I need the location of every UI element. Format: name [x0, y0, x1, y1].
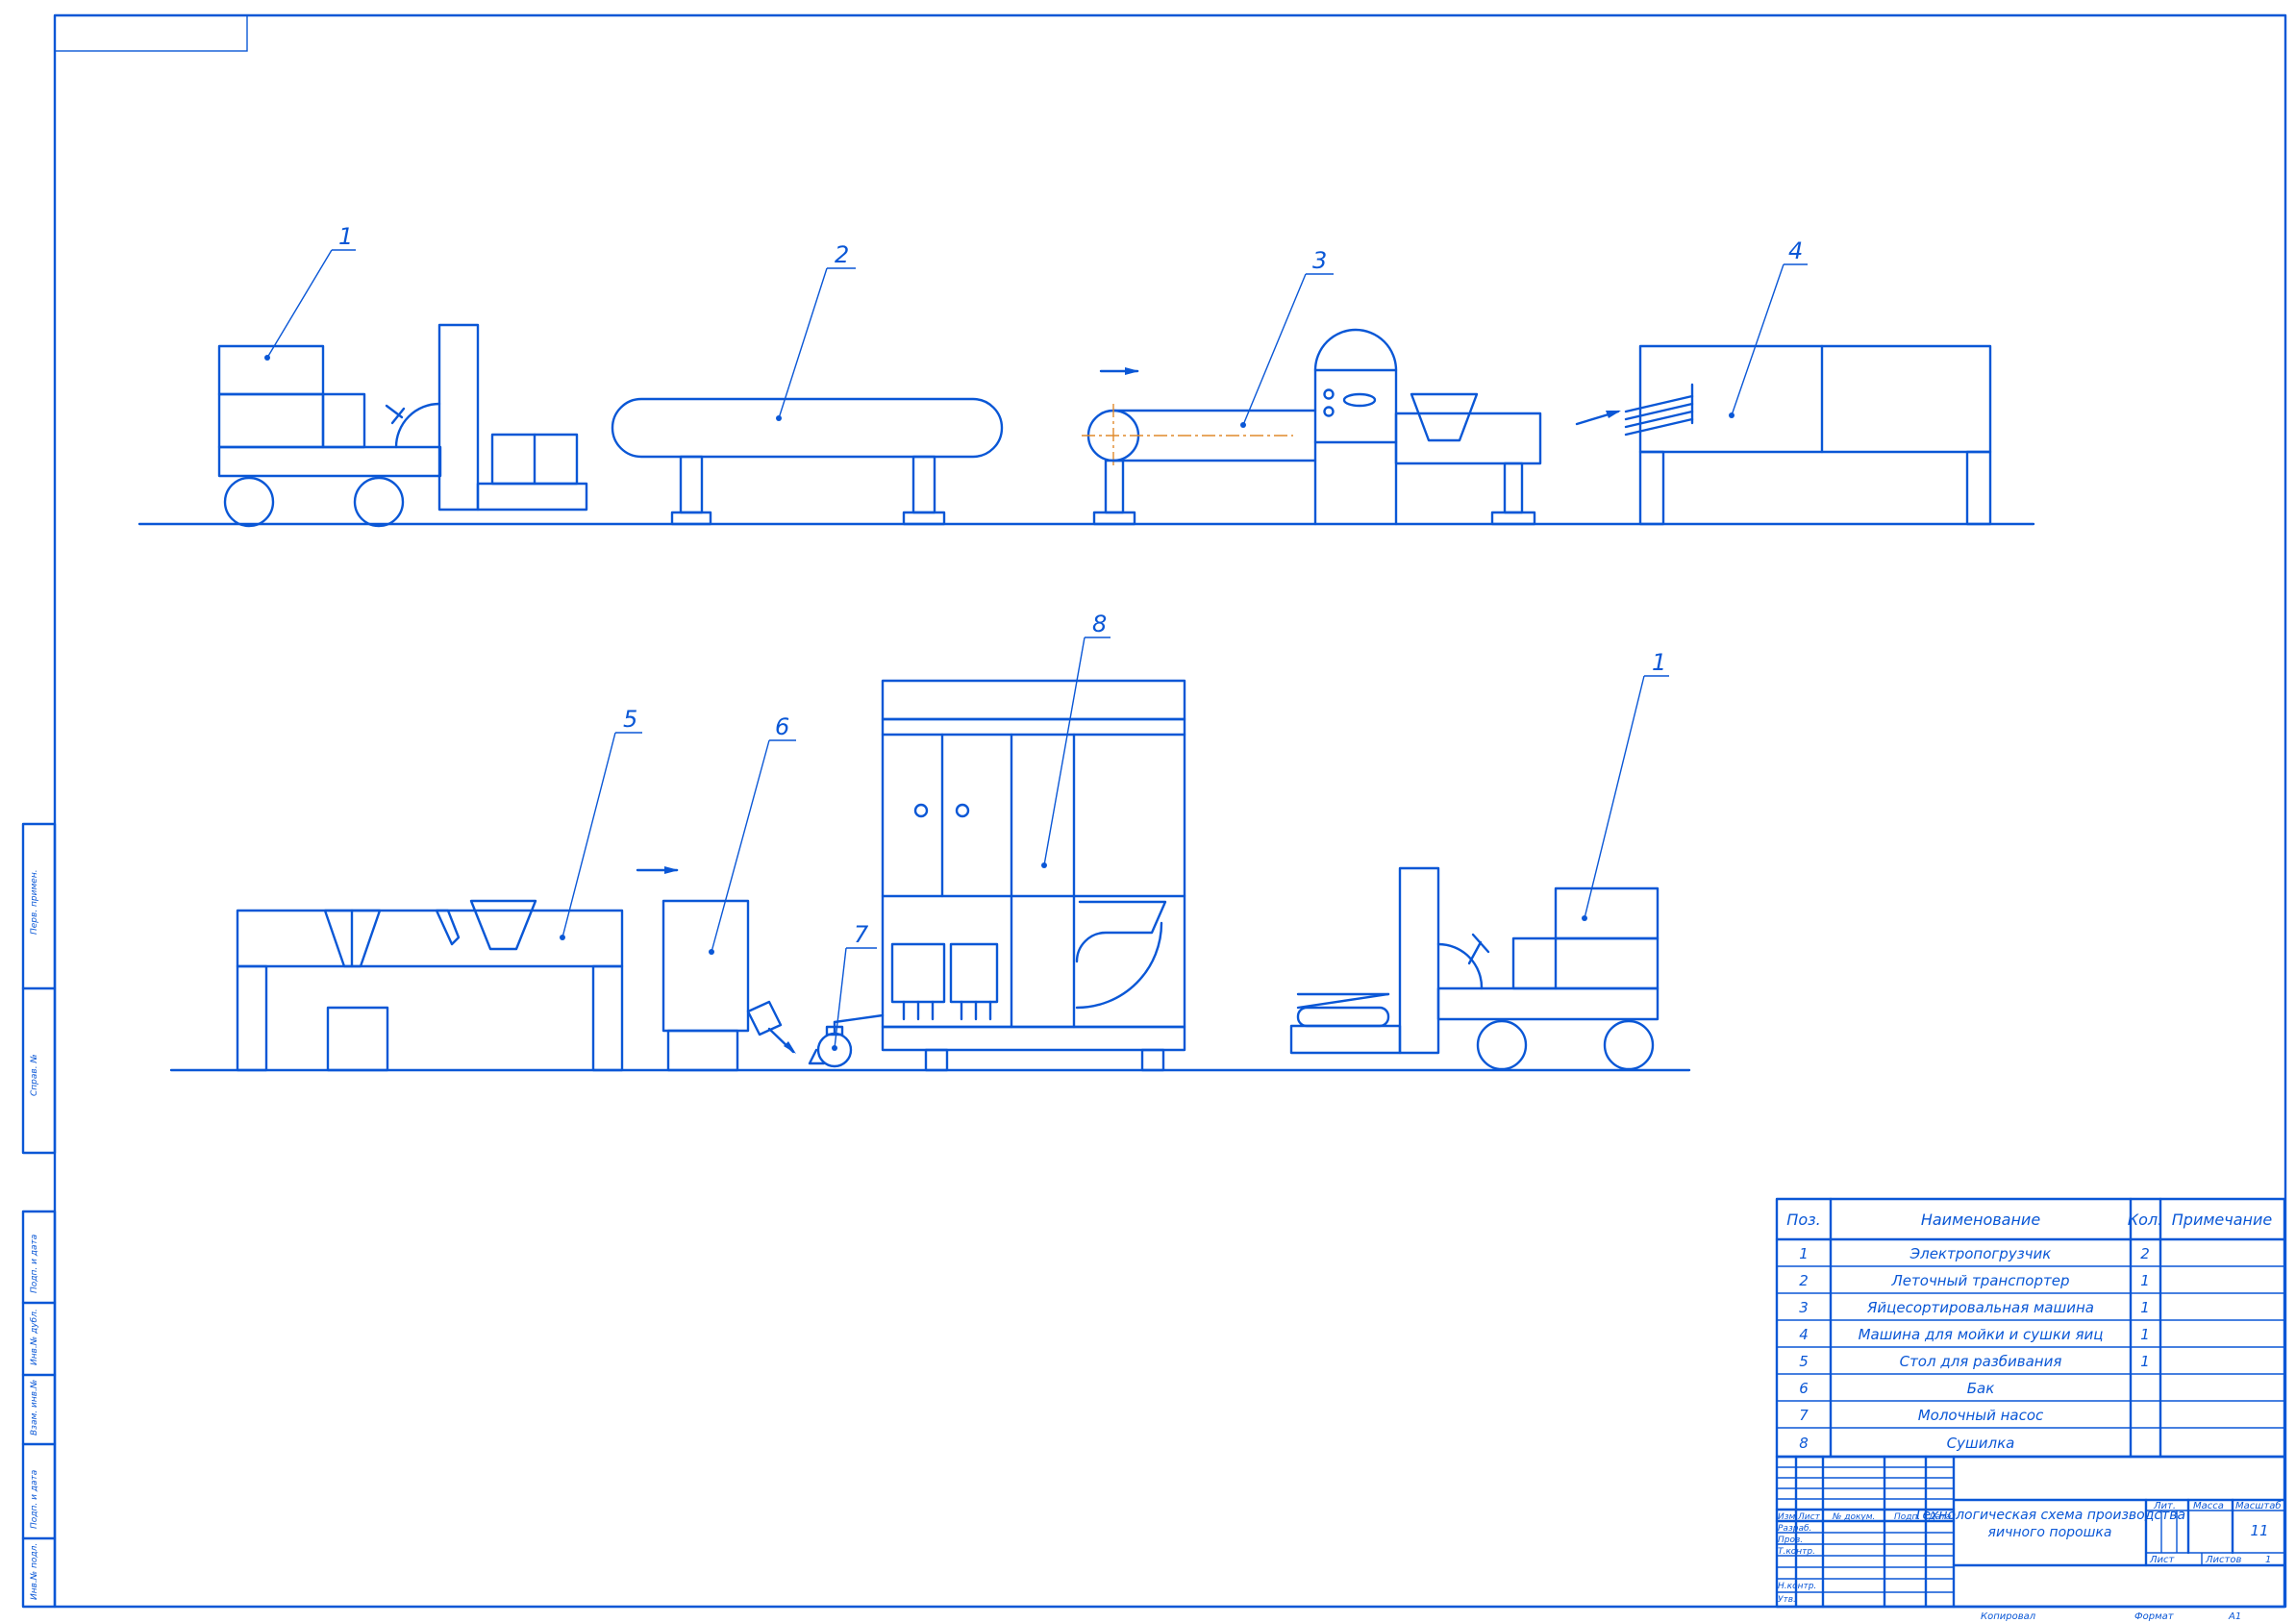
- spec-header-pos: Поз.: [1786, 1211, 1820, 1229]
- flow-arrows: [636, 367, 1621, 1054]
- position-number-7: 7: [854, 921, 869, 948]
- tank: [661, 899, 795, 1072]
- side-stamp-label: Взам. инв.№: [30, 1380, 39, 1436]
- format-value: А1: [2228, 1611, 2241, 1622]
- spec-row-pos: 4: [1799, 1326, 1809, 1343]
- position-number-3: 3: [1312, 247, 1327, 274]
- title-block-sheets-label: Листов: [2205, 1555, 2241, 1565]
- copied-label: Копировал: [1981, 1611, 2036, 1622]
- spec-row-qty: 2: [2140, 1245, 2150, 1262]
- side-stamp-label: Подп. и дата: [30, 1235, 39, 1293]
- title-block-sheets-value: 1: [2265, 1555, 2271, 1565]
- technological-scheme-drawing: Перв. примен. Справ. № Подп. и дата Инв.…: [21, 13, 2287, 1622]
- spec-row-pos: 8: [1799, 1435, 1809, 1452]
- position-number-6: 6: [775, 713, 789, 740]
- spec-row-qty: 1: [2140, 1299, 2150, 1316]
- milk-pump: [808, 1013, 885, 1068]
- side-stamp: Перв. примен. Справ. № Подп. и дата Инв.…: [30, 869, 39, 1600]
- egg-breaking-table: [236, 899, 624, 1072]
- spec-row-pos: 3: [1799, 1299, 1809, 1316]
- position-number-2: 2: [835, 241, 849, 268]
- title-block-role: Утв.: [1778, 1595, 1796, 1605]
- position-number-1-bottom: 1: [1652, 649, 1666, 676]
- position-number-5: 5: [623, 706, 637, 733]
- title-block-col-header: Лист: [1797, 1512, 1821, 1522]
- spec-row-name: Электропогрузчик: [1909, 1245, 2052, 1262]
- spec-row-name: Леточный транспортер: [1891, 1272, 2070, 1289]
- side-stamp-label: Справ. №: [30, 1054, 39, 1096]
- spec-row-pos: 6: [1799, 1380, 1809, 1397]
- side-stamp-label: Перв. примен.: [30, 869, 39, 935]
- spec-header-note: Примечание: [2172, 1211, 2273, 1229]
- position-number-8: 8: [1092, 611, 1107, 637]
- position-leaders: [264, 249, 1808, 1051]
- belt-conveyor: [611, 397, 1004, 526]
- spec-row-pos: 1: [1799, 1245, 1809, 1262]
- position-numbers: 1 2 3 4 5 6 7 8 1: [338, 223, 1803, 948]
- side-stamp-label: Подп. и дата: [30, 1470, 39, 1529]
- specification-rows: 1 Электропогрузчик 2 2 Леточный транспор…: [1799, 1245, 2150, 1452]
- title-block-scale-label: Масштаб: [2235, 1500, 2282, 1511]
- side-stamp-label: Инв.№ подл.: [30, 1543, 39, 1600]
- egg-washing-drying-machine: [1624, 344, 1992, 526]
- spec-row-name: Сушилка: [1947, 1435, 2015, 1452]
- drawing-title-line1: Технологическая схема производства: [1914, 1508, 2185, 1523]
- spec-row-pos: 2: [1799, 1272, 1809, 1289]
- title-block-col-header: Изм.: [1778, 1512, 1798, 1522]
- spec-row-pos: 7: [1799, 1407, 1809, 1424]
- title-block-mass-label: Масса: [2193, 1501, 2224, 1511]
- title-block-role: Пров.: [1778, 1536, 1803, 1545]
- format-label: Формат: [2134, 1611, 2175, 1622]
- spec-row-name: Бак: [1967, 1380, 1995, 1397]
- spec-row-qty: 1: [2140, 1272, 2150, 1289]
- title-block-role: Т.контр.: [1778, 1547, 1815, 1557]
- spec-row-name: Машина для мойки и сушки яиц: [1859, 1326, 2104, 1343]
- spec-header-qty: Кол.: [2128, 1211, 2162, 1229]
- specification-headers: Поз. Наименование Кол. Примечание: [1786, 1211, 2272, 1229]
- position-number-1-top: 1: [338, 223, 353, 250]
- title-block-scale-value: 11: [2250, 1522, 2268, 1539]
- drawing-title-line2: яичного порошка: [1988, 1525, 2112, 1540]
- spec-row-name: Стол для разбивания: [1900, 1353, 2062, 1370]
- title-block-sheet-label: Лист: [2149, 1555, 2176, 1565]
- spec-row-qty: 1: [2140, 1326, 2150, 1343]
- position-number-4: 4: [1788, 237, 1803, 264]
- electric-loader-top: [217, 323, 588, 528]
- electric-loader-bottom: [1289, 866, 1660, 1071]
- title-block-lit-label: Лит.: [2153, 1501, 2176, 1511]
- spec-row-qty: 1: [2140, 1353, 2150, 1370]
- side-stamp-label: Инв.№ дубл.: [30, 1309, 39, 1365]
- title-block-col-header: № докум.: [1832, 1512, 1875, 1522]
- egg-sorting-machine: [1082, 328, 1542, 526]
- title-block-role: Разраб.: [1778, 1524, 1811, 1534]
- spec-row-pos: 5: [1799, 1353, 1809, 1370]
- spec-header-name: Наименование: [1921, 1211, 2040, 1229]
- title-block-role: Н.контр.: [1778, 1582, 1816, 1591]
- dryer: [881, 679, 1186, 1072]
- spec-row-name: Молочный насос: [1918, 1407, 2044, 1424]
- spec-row-name: Яйцесортировальная машина: [1866, 1299, 2094, 1316]
- title-block-text: Изм. Лист № докум. Подп. Дата Разраб. Пр…: [1778, 1500, 2282, 1622]
